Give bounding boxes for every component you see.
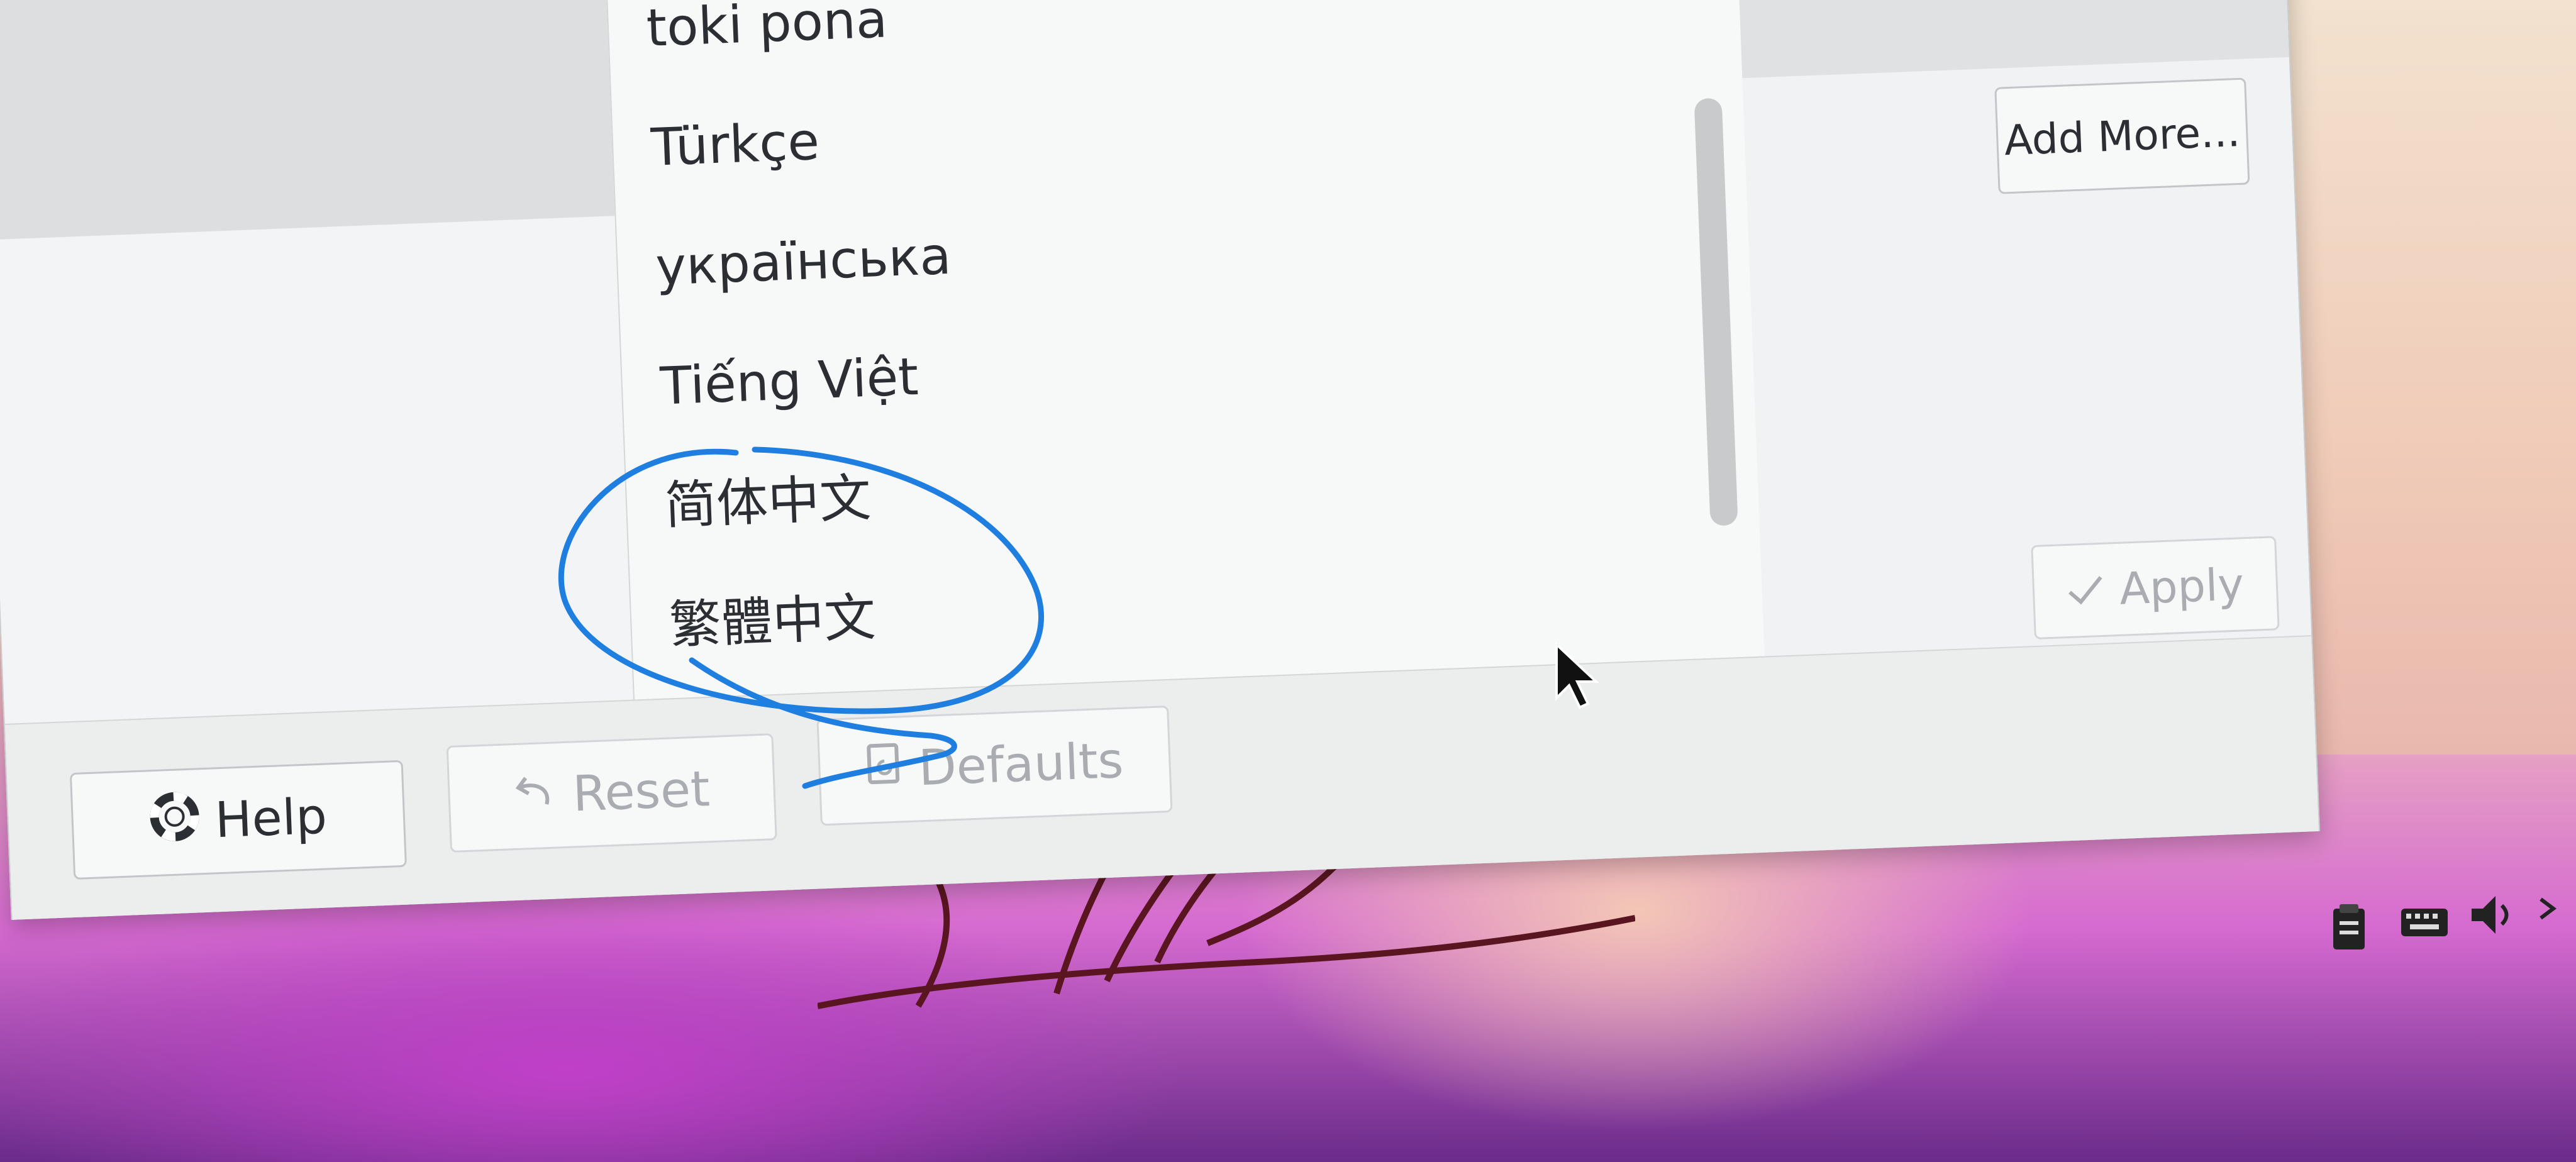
document-reset-icon — [865, 741, 904, 799]
undo-icon — [513, 766, 558, 825]
right-pane-header — [1736, 0, 2289, 79]
language-item-ukrainian[interactable]: українська — [653, 203, 953, 321]
clipboard-icon[interactable] — [2321, 899, 2377, 956]
help-button[interactable]: Help — [69, 760, 407, 880]
language-list[interactable]: toki pona Türkçe українська Tiếng Việt 简… — [604, 0, 1767, 700]
lifebuoy-icon — [148, 790, 201, 855]
system-tray — [2302, 868, 2576, 993]
help-label: Help — [214, 788, 328, 849]
apply-label: Apply — [2118, 558, 2245, 615]
language-item-toki-pona[interactable]: toki pona — [645, 0, 889, 82]
left-pane — [0, 0, 634, 724]
reset-button[interactable]: Reset — [446, 733, 777, 853]
language-item-simplified-chinese[interactable]: 简体中文 — [663, 445, 873, 560]
expand-icon[interactable] — [2528, 880, 2576, 937]
reset-label: Reset — [572, 761, 711, 823]
mouse-cursor-icon — [1555, 641, 1600, 709]
add-more-label: Add More... — [2003, 107, 2241, 165]
add-more-button[interactable]: Add More... — [1994, 77, 2250, 194]
right-pane: Add More... Apply — [1736, 0, 2312, 656]
apply-button[interactable]: Apply — [2031, 536, 2280, 640]
volume-icon[interactable] — [2465, 887, 2522, 943]
language-item-vietnamese[interactable]: Tiếng Việt — [658, 324, 921, 441]
language-item-turkish[interactable]: Türkçe — [649, 89, 821, 202]
left-pane-header — [0, 0, 615, 240]
defaults-label: Defaults — [918, 732, 1124, 797]
keyboard-icon[interactable] — [2396, 893, 2453, 949]
language-item-traditional-chinese[interactable]: 繁體中文 — [667, 565, 877, 679]
checkmark-icon — [2066, 564, 2106, 617]
language-list-scrollbar[interactable] — [1694, 97, 1738, 526]
defaults-button[interactable]: Defaults — [816, 705, 1173, 826]
language-settings-window: toki pona Türkçe українська Tiếng Việt 简… — [0, 0, 2321, 920]
